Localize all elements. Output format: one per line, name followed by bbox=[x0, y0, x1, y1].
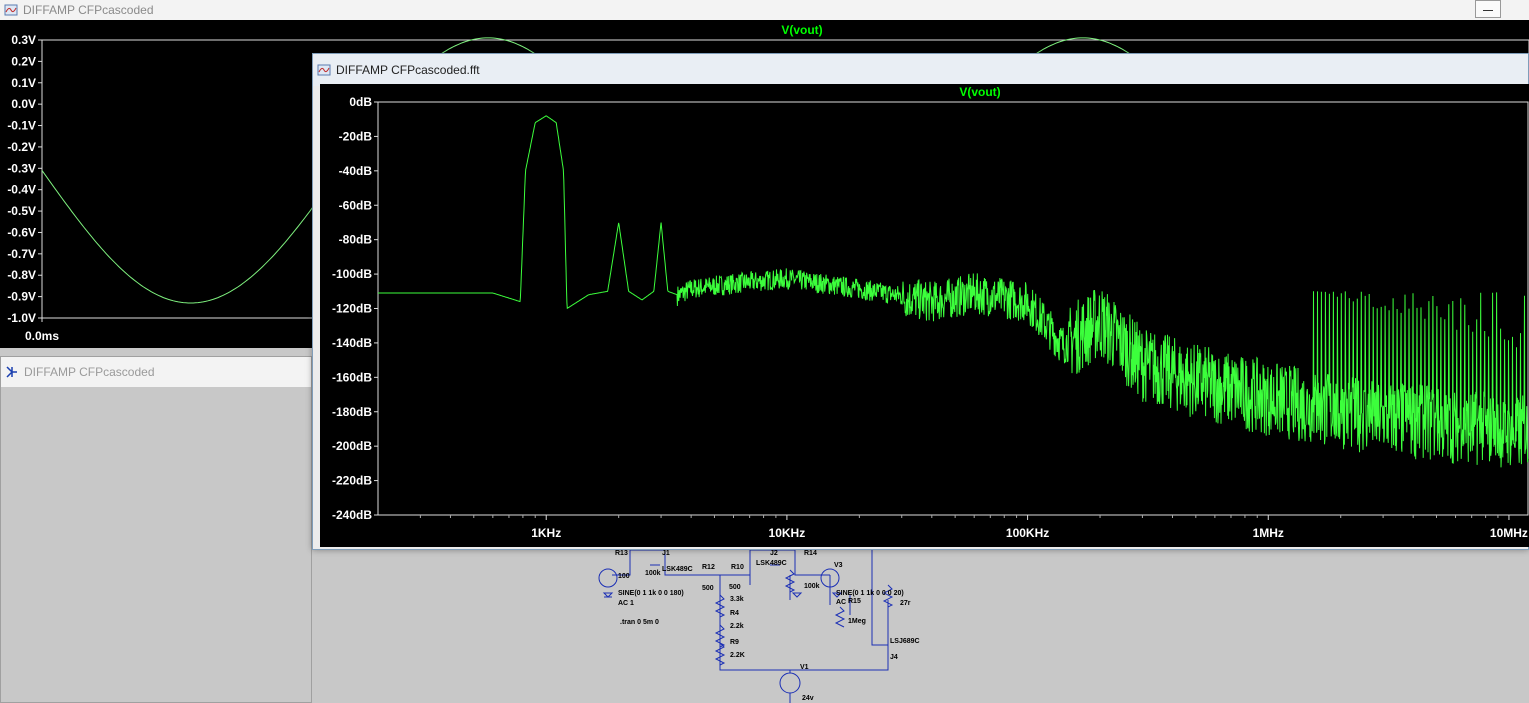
fft-ytick-label: -80dB bbox=[339, 233, 373, 247]
fft-titlebar[interactable]: DIFFAMP CFPcascoded.fft bbox=[313, 54, 1528, 86]
transient-ytick-label: 0.3V bbox=[11, 33, 36, 47]
svg-text:R14: R14 bbox=[804, 550, 817, 557]
transient-xtick-label: 0.0ms bbox=[25, 329, 59, 343]
svg-text:AC 1: AC 1 bbox=[618, 600, 634, 607]
fft-ytick-label: -240dB bbox=[332, 508, 372, 522]
svg-text:R9: R9 bbox=[730, 639, 739, 646]
svg-text:V3: V3 bbox=[834, 562, 843, 569]
svg-text:3.3k: 3.3k bbox=[730, 596, 744, 603]
svg-text:500: 500 bbox=[729, 584, 741, 591]
fft-xtick-label: 100KHz bbox=[1006, 526, 1049, 540]
svg-text:R13: R13 bbox=[615, 550, 628, 557]
fft-ytick-label: -200dB bbox=[332, 439, 372, 453]
transient-ytick-label: -0.2V bbox=[7, 140, 36, 154]
fft-ytick-label: 0dB bbox=[349, 95, 372, 109]
fft-xtick-label: 1KHz bbox=[531, 526, 561, 540]
fft-trace-label[interactable]: V(vout) bbox=[959, 85, 1000, 99]
transient-ytick-label: -0.3V bbox=[7, 161, 36, 175]
schematic-titlebar[interactable]: DIFFAMP CFPcascoded bbox=[1, 357, 311, 387]
fft-xtick-label: 1MHz bbox=[1253, 526, 1284, 540]
schematic-window[interactable]: DIFFAMP CFPcascoded bbox=[0, 356, 312, 703]
svg-text:2.2K: 2.2K bbox=[730, 652, 745, 659]
transient-ytick-label: -0.9V bbox=[7, 290, 36, 304]
fft-ytick-label: -100dB bbox=[332, 267, 372, 281]
fft-ytick-label: -160dB bbox=[332, 370, 372, 384]
transient-titlebar[interactable]: DIFFAMP CFPcascoded bbox=[0, 0, 1529, 20]
fft-ytick-label: -120dB bbox=[332, 302, 372, 316]
fft-plot-area[interactable]: V(vout) 0dB -20dB -40dB -60dB -80dB -100dB -12… bbox=[320, 84, 1529, 547]
svg-text:V1: V1 bbox=[800, 664, 809, 671]
svg-text:100k: 100k bbox=[645, 570, 661, 577]
transient-ytick-label: 0.2V bbox=[11, 54, 36, 68]
svg-text:R12: R12 bbox=[702, 564, 715, 571]
transient-ytick-label: -0.5V bbox=[7, 204, 36, 218]
schematic-drawing: R13 J1 100 100k LSK489C R12 500R10 5003.3k … bbox=[598, 549, 920, 703]
fft-ytick-label: -60dB bbox=[339, 198, 373, 212]
schematic-app-icon bbox=[6, 366, 17, 378]
svg-text:500: 500 bbox=[702, 585, 714, 592]
transient-trace-label[interactable]: V(vout) bbox=[781, 23, 822, 37]
svg-text:1Meg: 1Meg bbox=[848, 618, 866, 625]
minimize-button[interactable] bbox=[1475, 0, 1501, 18]
svg-text:LSK489C: LSK489C bbox=[662, 566, 693, 573]
transient-ytick-label: -0.6V bbox=[7, 225, 36, 239]
svg-text:100k: 100k bbox=[804, 583, 820, 590]
svg-text:2.2k: 2.2k bbox=[730, 623, 744, 630]
svg-text:R15: R15 bbox=[848, 598, 861, 605]
svg-text:LSJ689C: LSJ689C bbox=[890, 638, 920, 645]
svg-text:J1: J1 bbox=[662, 550, 670, 557]
svg-text:R10: R10 bbox=[731, 564, 744, 571]
fft-xtick-label: 10KHz bbox=[769, 526, 806, 540]
transient-ytick-label: -0.8V bbox=[7, 268, 36, 282]
transient-ytick-label: 0.0V bbox=[11, 97, 36, 111]
transient-window-title: DIFFAMP CFPcascoded bbox=[23, 3, 154, 17]
svg-text:SINE(0 1 1k 0 0 180): SINE(0 1 1k 0 0 180) bbox=[618, 590, 684, 597]
svg-text:J4: J4 bbox=[890, 654, 898, 661]
transient-ytick-label: 0.1V bbox=[11, 76, 36, 90]
svg-text:100: 100 bbox=[618, 573, 630, 580]
waveform-app-icon bbox=[317, 64, 331, 76]
transient-ytick-label: -0.4V bbox=[7, 183, 36, 197]
svg-text:27r: 27r bbox=[900, 600, 911, 607]
waveform-app-icon bbox=[4, 4, 18, 16]
fft-window[interactable]: DIFFAMP CFPcascoded.fft V(vout) 0dB -20dB… bbox=[312, 53, 1529, 550]
transient-ytick-label: -0.7V bbox=[7, 247, 36, 261]
fft-xtick-label: 10MHz bbox=[1490, 526, 1528, 540]
fft-ytick-label: -220dB bbox=[332, 474, 372, 488]
schematic-window-title: DIFFAMP CFPcascoded bbox=[24, 365, 155, 379]
fft-ytick-label: -180dB bbox=[332, 405, 372, 419]
fft-ytick-label: -20dB bbox=[339, 129, 373, 143]
svg-text:AC: AC bbox=[836, 599, 846, 606]
svg-text:J2: J2 bbox=[770, 550, 778, 557]
svg-text:LSK489C: LSK489C bbox=[756, 560, 787, 567]
fft-plot-svg: V(vout) 0dB -20dB -40dB -60dB -80dB -100dB -12… bbox=[332, 85, 1529, 540]
transient-ytick-label: -1.0V bbox=[7, 311, 36, 325]
svg-text:R4: R4 bbox=[730, 610, 739, 617]
svg-text:.tran 0 5m 0: .tran 0 5m 0 bbox=[620, 619, 659, 626]
transient-ytick-label: -0.1V bbox=[7, 119, 36, 133]
fft-ytick-label: -40dB bbox=[339, 164, 373, 178]
svg-text:SINE(0 1 1k 0 0 0 20): SINE(0 1 1k 0 0 0 20) bbox=[836, 590, 904, 597]
svg-text:24v: 24v bbox=[802, 695, 814, 702]
fft-window-title: DIFFAMP CFPcascoded.fft bbox=[336, 63, 480, 77]
fft-ytick-label: -140dB bbox=[332, 336, 372, 350]
